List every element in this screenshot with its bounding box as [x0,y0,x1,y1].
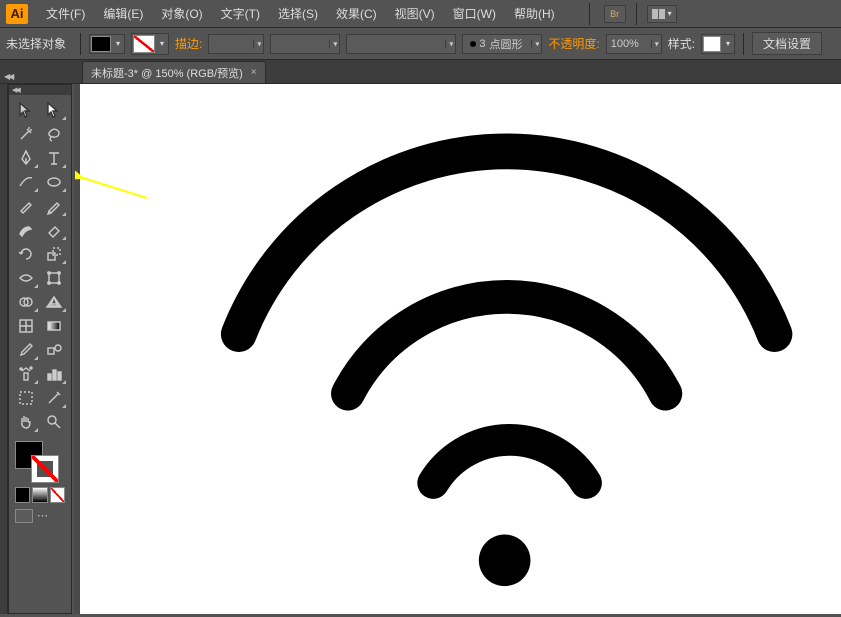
more-icon[interactable]: ⋯ [37,509,48,523]
color-solid-button[interactable] [15,487,30,503]
double-chevron-icon: ◀◀ [12,86,19,94]
opacity-combo[interactable]: 100% [606,34,662,54]
fill-stroke-block [9,437,71,485]
paintbrush-tool[interactable] [13,195,39,217]
selection-status: 未选择对象 [6,35,66,52]
point-prefix: 3 [479,38,485,50]
lasso-tool[interactable] [41,123,67,145]
tools-panel: ◀◀ [8,84,72,614]
point-shape-combo[interactable]: 3 点圆形 [462,34,542,54]
brush-definition-combo[interactable] [346,34,456,54]
shape-builder-tool[interactable] [13,291,39,313]
point-suffix: 点圆形 [489,36,522,52]
fill-swatch-icon [91,36,111,52]
document-setup-button[interactable]: 文档设置 [752,32,822,55]
collapse-chevrons-icon: ◀◀ [4,72,12,81]
opacity-value: 100% [611,38,639,50]
dot-icon [470,41,476,47]
hand-tool[interactable] [13,411,39,433]
direct-selection-tool[interactable] [41,99,67,121]
symbol-sprayer-tool[interactable] [13,363,39,385]
menu-select[interactable]: 选择(S) [270,2,326,25]
blob-brush-tool[interactable] [13,219,39,241]
document-tab-strip: 未标题-3* @ 150% (RGB/预览) × [0,60,841,84]
menu-file[interactable]: 文件(F) [38,2,93,25]
stroke-weight-combo[interactable] [208,34,264,54]
app-logo: Ai [6,4,28,24]
canvas-area [74,84,841,614]
style-swatch-icon [703,36,721,52]
tools-panel-header[interactable]: ◀◀ [9,85,71,95]
menu-view[interactable]: 视图(V) [387,2,443,25]
menu-window[interactable]: 窗口(W) [445,2,504,25]
blend-tool[interactable] [41,339,67,361]
color-mode-row [9,485,71,505]
selection-tool[interactable] [13,99,39,121]
options-bar: 未选择对象 描边: 3 点圆形 不透明度: 100% 样式: 文档设置 [0,28,841,60]
menu-effect[interactable]: 效果(C) [328,2,385,25]
screen-mode-button[interactable] [15,509,33,523]
slice-tool[interactable] [41,387,67,409]
zoom-tool[interactable] [41,411,67,433]
pencil-tool[interactable] [41,195,67,217]
type-tool[interactable] [41,147,67,169]
rotate-tool[interactable] [13,243,39,265]
column-graph-tool[interactable] [41,363,67,385]
line-segment-tool[interactable] [13,171,39,193]
color-none-button[interactable] [50,487,65,503]
wifi-artwork [80,84,841,614]
menu-bar: Ai 文件(F) 编辑(E) 对象(O) 文字(T) 选择(S) 效果(C) 视… [0,0,841,28]
stroke-swatch-button[interactable] [131,33,169,55]
color-gradient-button[interactable] [32,487,47,503]
stroke-label[interactable]: 描边: [175,35,202,52]
menu-type[interactable]: 文字(T) [213,2,268,25]
free-transform-tool[interactable] [41,267,67,289]
screen-mode-row: ⋯ [9,505,71,527]
variable-width-profile-combo[interactable] [270,34,340,54]
close-tab-button[interactable]: × [251,67,257,78]
eraser-tool[interactable] [41,219,67,241]
arrange-documents-button[interactable] [647,5,677,23]
graphic-style-button[interactable] [701,34,735,54]
fill-swatch-button[interactable] [89,34,125,54]
tool-grid [9,95,71,437]
menu-edit[interactable]: 编辑(E) [95,2,151,25]
chevron-down-icon [723,36,733,52]
panel-collapse-handle[interactable] [0,84,8,614]
ellipse-tool[interactable] [41,171,67,193]
perspective-grid-tool[interactable] [41,291,67,313]
default-stroke-swatch[interactable] [31,455,59,483]
eyedropper-tool[interactable] [13,339,39,361]
document-tab-title: 未标题-3* @ 150% (RGB/预览) [91,65,243,81]
pen-tool[interactable] [13,147,39,169]
artboard[interactable] [80,84,841,614]
mesh-tool[interactable] [13,315,39,337]
chevron-down-icon [113,36,123,52]
opacity-label[interactable]: 不透明度: [548,35,599,52]
no-stroke-icon [133,35,155,53]
bridge-button[interactable]: Br [604,5,626,23]
document-tab[interactable]: 未标题-3* @ 150% (RGB/预览) × [82,61,266,83]
magic-wand-tool[interactable] [13,123,39,145]
menu-help[interactable]: 帮助(H) [506,2,563,25]
gradient-tool[interactable] [41,315,67,337]
style-label: 样式: [668,35,695,52]
menu-object[interactable]: 对象(O) [153,2,210,25]
scale-tool[interactable] [41,243,67,265]
artboard-tool[interactable] [13,387,39,409]
width-tool[interactable] [13,267,39,289]
chevron-down-icon [157,36,167,52]
